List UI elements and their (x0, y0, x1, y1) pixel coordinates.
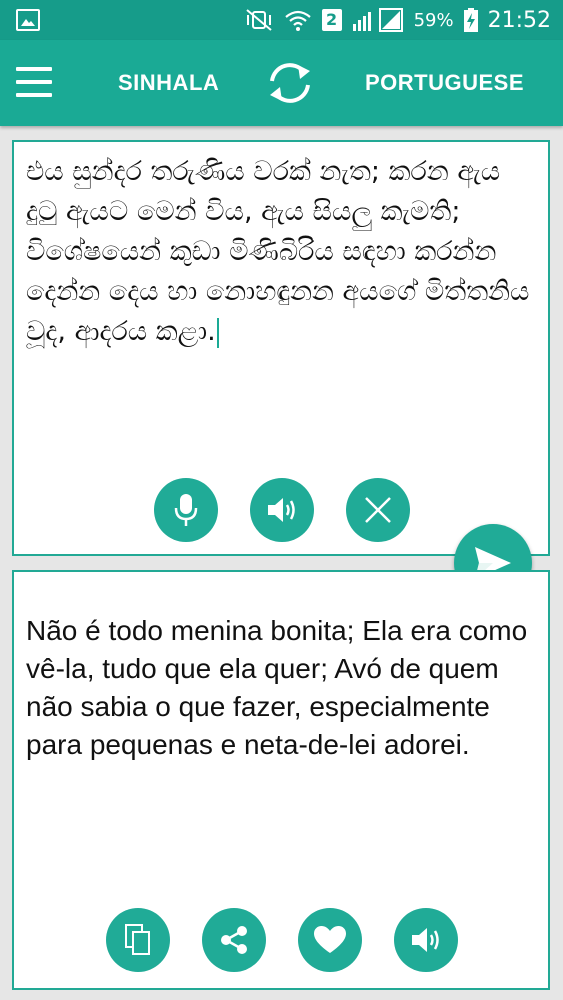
source-language-button[interactable]: SINHALA (118, 70, 219, 96)
sim-slot-badge: 2 (321, 9, 342, 31)
copy-button[interactable] (106, 908, 170, 972)
target-language-button[interactable]: PORTUGUESE (365, 70, 524, 96)
swap-arrows-icon[interactable] (264, 59, 316, 107)
text-caret (216, 317, 219, 348)
microphone-button[interactable] (154, 478, 218, 542)
clear-button[interactable] (346, 478, 410, 542)
speak-translation-button[interactable] (394, 908, 458, 972)
share-icon (221, 926, 247, 954)
translated-text: Não é todo menina bonita; Ela era como v… (26, 615, 528, 760)
battery-percent: 59% (413, 9, 454, 31)
favorite-button[interactable] (298, 908, 362, 972)
share-button[interactable] (202, 908, 266, 972)
source-text-input[interactable]: එය සුන්දර තරුණිය වරක් නැත; කරන ඇය දුටු ඇ… (26, 152, 538, 352)
signal-icon (352, 8, 403, 32)
microphone-icon (174, 494, 198, 526)
status-bar: 2 59% 21:52 (0, 0, 563, 40)
speak-source-button[interactable] (250, 478, 314, 542)
copy-icon (125, 924, 150, 955)
input-panel: එය සුන්දර තරුණිය වරක් නැත; කරන ඇය දුටු ඇ… (12, 140, 550, 556)
app-bar: SINHALA PORTUGUESE (0, 40, 563, 126)
favorite-icon (314, 926, 346, 953)
mute-vibrate-icon (245, 9, 272, 31)
wifi-icon (284, 10, 311, 31)
speaker-icon (268, 498, 295, 522)
speaker-icon (412, 928, 439, 952)
hamburger-icon[interactable] (16, 67, 52, 97)
clear-icon (365, 497, 391, 523)
output-panel: Não é todo menina bonita; Ela era como v… (12, 570, 550, 990)
battery-charging-icon (463, 8, 478, 32)
gallery-icon (16, 9, 40, 31)
clock: 21:52 (487, 7, 551, 33)
source-text-content: එය සුන්දර තරුණිය වරක් නැත; කරන ඇය දුටු ඇ… (26, 156, 530, 347)
status-icons: 2 59% 21:52 (244, 0, 551, 40)
